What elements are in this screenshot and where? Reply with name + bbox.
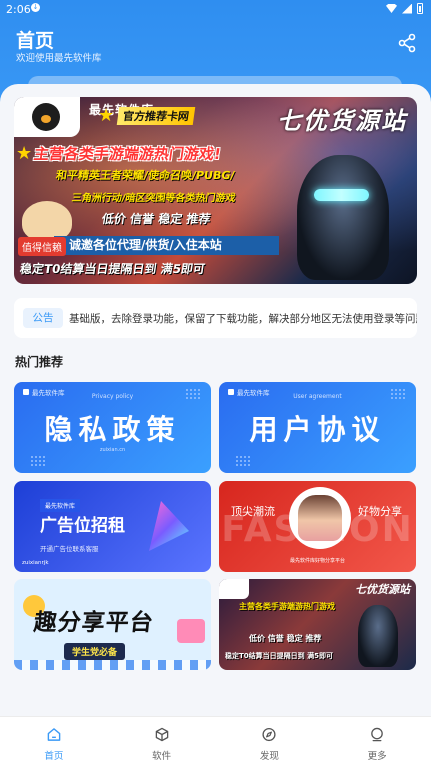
compass-icon xyxy=(262,727,276,742)
user-agreement-tile[interactable]: 最先软件库 User agreement 用户协议 xyxy=(219,382,416,473)
wifi-icon xyxy=(386,4,397,13)
banner-trust-badge: 值得信赖 xyxy=(18,237,66,256)
ad-decoration-shape xyxy=(149,501,189,551)
notice-badge: 公告 xyxy=(23,308,63,328)
bottom-tab-bar: 首页 软件 发现 更多 xyxy=(0,716,431,766)
fashion-share-tile[interactable]: FASHION 顶尖潮流 好物分享 最先软件库好物分享平台 xyxy=(219,481,416,572)
dots-decoration xyxy=(30,455,46,467)
user-circle-icon xyxy=(371,727,383,742)
star-icon: ★ xyxy=(16,143,33,164)
share-subtitle: 学生党必备 xyxy=(64,643,126,660)
banner-games-line2: 三角洲行动/暗区突围等各类热门游戏 xyxy=(70,193,237,204)
banner-robot-visor xyxy=(314,189,369,201)
page-subtitle: 欢迎使用最先软件库 xyxy=(16,53,102,64)
share-platform-tile[interactable]: 趣分享平台 学生党必备 xyxy=(14,579,211,670)
cube-icon xyxy=(155,727,168,742)
ad-title: 广告位招租 xyxy=(40,516,125,536)
battery-icon xyxy=(417,3,423,14)
tile-subtitle: User agreement xyxy=(293,393,342,400)
notice-text: 基础版，去除登录功能，保留了下载功能，解决部分地区无法使用登录等问题 xyxy=(69,313,417,325)
section-title-hot: 热门推荐 xyxy=(15,355,64,369)
dots-decoration xyxy=(390,388,406,400)
banner-official-label: 官方推荐卡网 xyxy=(116,107,196,125)
banner-recruit: 诚邀各位代理/供货/入住本站 xyxy=(54,236,279,255)
tile-subtitle: Privacy policy xyxy=(91,393,134,400)
status-bar: 2:06 ↓ xyxy=(0,0,431,18)
banner-headline: 主营各类手游端游热门游戏! xyxy=(32,145,223,163)
fashion-people-image xyxy=(298,495,342,541)
notice-bar[interactable]: 公告 基础版，去除登录功能，保留了下载功能，解决部分地区无法使用登录等问题 xyxy=(14,298,417,338)
page-title: 首页 xyxy=(16,30,55,52)
gift-icon xyxy=(177,619,205,643)
tab-label: 发现 xyxy=(259,751,279,762)
banner-logo xyxy=(14,97,80,137)
tab-software[interactable]: 软件 xyxy=(108,717,216,766)
tab-label: 软件 xyxy=(152,751,172,762)
penguin-logo-icon xyxy=(219,579,249,599)
banner-slogan: 低价 信誉 稳定 推荐 xyxy=(100,212,212,226)
tile-title: 用户协议 xyxy=(249,413,386,446)
promo-line3: 稳定T0结算当日提隔日到 满5即可 xyxy=(225,652,333,660)
signal-icon xyxy=(402,3,412,14)
banner-store-name: 七优货源站 xyxy=(277,107,407,135)
tile-footnote: zuixian.cn xyxy=(99,447,126,453)
fashion-caption: 最先软件库好物分享平台 xyxy=(289,558,345,564)
ad-subtitle: 开通广告位联系客服 xyxy=(40,545,99,553)
dots-decoration xyxy=(185,388,201,400)
promo-banner[interactable]: 最先软件库 ★ 官方推荐卡网 七优货源站 ★ 主营各类手游端游热门游戏! 和平精… xyxy=(14,97,417,284)
share-icon[interactable] xyxy=(397,33,417,53)
store-promo-tile[interactable]: 七优货源站 主营各类手游端游热门游戏 低价 信誉 稳定 推荐 稳定T0结算当日提… xyxy=(219,579,416,670)
promo-store-name: 七优货源站 xyxy=(355,583,410,596)
privacy-policy-tile[interactable]: 最先软件库 Privacy policy 隐私政策 zuixian.cn xyxy=(14,382,211,473)
status-icons xyxy=(386,3,423,14)
banner-mascot-image xyxy=(22,201,72,241)
checker-decoration xyxy=(14,660,211,670)
promo-line1: 主营各类手游端游热门游戏 xyxy=(239,602,335,611)
status-time: 2:06 xyxy=(6,3,31,16)
ad-brand: zuixianrjk xyxy=(22,560,49,566)
tab-more[interactable]: 更多 xyxy=(323,717,431,766)
promo-robot-image xyxy=(358,605,398,667)
banner-games-line1: 和平精英王者荣耀/使命召唤/PUBG/ xyxy=(55,169,236,182)
tab-label: 更多 xyxy=(367,751,387,762)
tab-label: 首页 xyxy=(44,751,64,762)
tab-home[interactable]: 首页 xyxy=(0,717,108,766)
banner-robot-image xyxy=(297,155,389,280)
notification-icon: ↓ xyxy=(31,3,40,12)
star-icon: ★ xyxy=(98,105,115,126)
dots-decoration xyxy=(235,455,251,467)
promo-line2: 低价 信誉 稳定 推荐 xyxy=(249,634,322,643)
tab-discover[interactable]: 发现 xyxy=(216,717,324,766)
home-icon xyxy=(47,728,61,741)
ad-space-tile[interactable]: 最先软件库 广告位招租 开通广告位联系客服 zuixianrjk xyxy=(14,481,211,572)
fashion-left-label: 顶尖潮流 xyxy=(231,505,275,518)
penguin-logo-icon xyxy=(32,103,60,131)
tile-title: 隐私政策 xyxy=(44,413,181,446)
share-title: 趣分享平台 xyxy=(32,610,156,636)
banner-settle: 稳定T0结算当日提隔日到 满5即可 xyxy=(18,262,206,276)
fashion-right-label: 好物分享 xyxy=(358,505,402,518)
